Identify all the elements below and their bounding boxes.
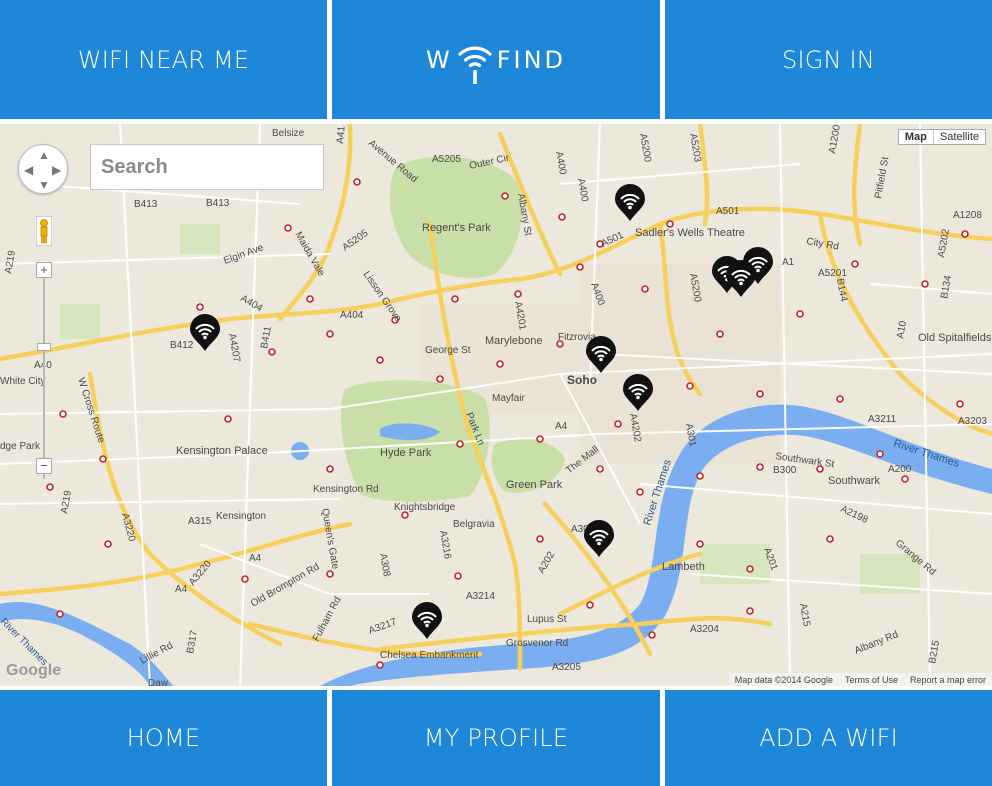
svg-text:B413: B413 bbox=[134, 199, 158, 210]
svg-text:Chelsea Embankment: Chelsea Embankment bbox=[380, 650, 479, 661]
wifi-near-me-label: WIFI NEAR ME bbox=[77, 45, 250, 74]
svg-text:A404: A404 bbox=[340, 310, 364, 321]
zoom-slider-track[interactable] bbox=[43, 264, 45, 479]
terms-of-use-link[interactable]: Terms of Use bbox=[845, 675, 898, 685]
logo-wordmark: W FIND bbox=[426, 34, 566, 86]
label-hyde-park: Hyde Park bbox=[380, 447, 432, 459]
wifi-pin-icon[interactable] bbox=[583, 520, 615, 558]
zoom-slider-thumb[interactable] bbox=[37, 343, 51, 351]
my-profile-label: MY PROFILE bbox=[423, 724, 569, 752]
wifi-pin-icon[interactable] bbox=[622, 374, 654, 412]
logo-w: W bbox=[425, 45, 453, 74]
zoom-out-button[interactable]: − bbox=[36, 458, 52, 474]
map-canvas[interactable]: Regent's Park Hyde Park Green Park Kensi… bbox=[0, 124, 992, 686]
logo-find: FIND bbox=[496, 45, 567, 74]
svg-text:Sadler's Wells Theatre: Sadler's Wells Theatre bbox=[635, 227, 745, 239]
svg-text:dge Park: dge Park bbox=[0, 441, 41, 452]
svg-text:George St: George St bbox=[425, 345, 471, 356]
pan-down-icon[interactable]: ▼ bbox=[38, 179, 50, 191]
svg-text:A200: A200 bbox=[888, 464, 912, 475]
svg-text:Kensington: Kensington bbox=[216, 511, 266, 522]
report-map-error-link[interactable]: Report a map error bbox=[910, 675, 986, 685]
map-attribution: Map data ©2014 Google Terms of Use Repor… bbox=[728, 673, 992, 686]
svg-text:A315: A315 bbox=[188, 516, 212, 527]
svg-text:Lambeth: Lambeth bbox=[662, 561, 705, 573]
svg-text:A4: A4 bbox=[249, 553, 262, 564]
svg-text:Southwark: Southwark bbox=[828, 475, 880, 487]
wifind-logo[interactable]: W FIND bbox=[332, 0, 660, 119]
svg-text:B300: B300 bbox=[773, 465, 797, 476]
svg-text:A3214: A3214 bbox=[466, 591, 495, 602]
wifi-pin-icon[interactable] bbox=[585, 336, 617, 374]
svg-text:A3204: A3204 bbox=[690, 624, 719, 635]
svg-text:Grosvenor Rd: Grosvenor Rd bbox=[506, 638, 568, 649]
svg-text:A3211: A3211 bbox=[868, 414, 897, 425]
svg-text:A4: A4 bbox=[175, 584, 188, 595]
search-input[interactable] bbox=[90, 144, 324, 190]
sign-in-button[interactable]: SIGN IN bbox=[665, 0, 992, 119]
wifi-pin-icon[interactable] bbox=[614, 184, 646, 222]
svg-text:A4: A4 bbox=[555, 421, 568, 432]
map-data-text: Map data ©2014 Google bbox=[734, 674, 833, 685]
street-view-pegman-icon[interactable] bbox=[35, 215, 53, 247]
svg-text:Green Park: Green Park bbox=[506, 479, 563, 491]
add-wifi-label: ADD A WIFI bbox=[759, 724, 898, 752]
wifi-near-me-button[interactable]: WIFI NEAR ME bbox=[0, 0, 327, 119]
pan-left-icon[interactable]: ◀ bbox=[24, 164, 33, 176]
wifi-i-icon bbox=[457, 34, 493, 86]
zoom-in-button[interactable]: + bbox=[36, 262, 52, 278]
svg-text:Lupus St: Lupus St bbox=[527, 614, 567, 625]
svg-text:Marylebone: Marylebone bbox=[485, 335, 542, 347]
map-type-satellite-button[interactable]: Satellite bbox=[932, 130, 985, 144]
svg-text:Belsize: Belsize bbox=[272, 128, 305, 139]
svg-text:A3203: A3203 bbox=[958, 416, 987, 427]
label-regents-park: Regent's Park bbox=[422, 222, 491, 234]
svg-text:Belgravia: Belgravia bbox=[453, 519, 495, 530]
svg-text:A5205: A5205 bbox=[432, 154, 461, 165]
svg-text:A1: A1 bbox=[782, 257, 795, 268]
svg-text:Knightsbridge: Knightsbridge bbox=[394, 502, 456, 513]
map-view[interactable]: Regent's Park Hyde Park Green Park Kensi… bbox=[0, 124, 992, 686]
svg-text:White City: White City bbox=[0, 376, 46, 387]
wifi-pin-icon[interactable] bbox=[189, 314, 221, 352]
svg-text:Kensington Rd: Kensington Rd bbox=[313, 484, 379, 495]
svg-text:Old Spitalfields: Old Spitalfields bbox=[918, 332, 992, 344]
sign-in-label: SIGN IN bbox=[782, 45, 875, 74]
add-wifi-button[interactable]: ADD A WIFI bbox=[665, 690, 992, 786]
home-label: HOME bbox=[126, 724, 201, 752]
wifi-pin-icon[interactable] bbox=[725, 260, 757, 298]
svg-text:A501: A501 bbox=[716, 206, 740, 217]
svg-text:Daw: Daw bbox=[148, 678, 169, 686]
wifi-pin-icon[interactable] bbox=[411, 602, 443, 640]
map-type-control: Map Satellite bbox=[897, 129, 986, 145]
svg-text:A41: A41 bbox=[335, 125, 348, 144]
my-profile-button[interactable]: MY PROFILE bbox=[332, 690, 660, 786]
svg-text:Soho: Soho bbox=[567, 373, 597, 387]
svg-text:Mayfair: Mayfair bbox=[492, 393, 525, 404]
map-type-map-button[interactable]: Map bbox=[899, 130, 933, 144]
svg-text:Kensington Palace: Kensington Palace bbox=[176, 445, 268, 457]
home-button[interactable]: HOME bbox=[0, 690, 327, 786]
google-logo[interactable]: Google bbox=[6, 662, 61, 680]
pan-control[interactable]: ▲ ▼ ◀ ▶ bbox=[18, 144, 68, 194]
pan-up-icon[interactable]: ▲ bbox=[38, 149, 50, 161]
svg-text:A1208: A1208 bbox=[953, 210, 982, 221]
pan-right-icon[interactable]: ▶ bbox=[52, 164, 61, 176]
svg-text:B413: B413 bbox=[206, 198, 230, 209]
svg-text:A3205: A3205 bbox=[552, 662, 581, 673]
